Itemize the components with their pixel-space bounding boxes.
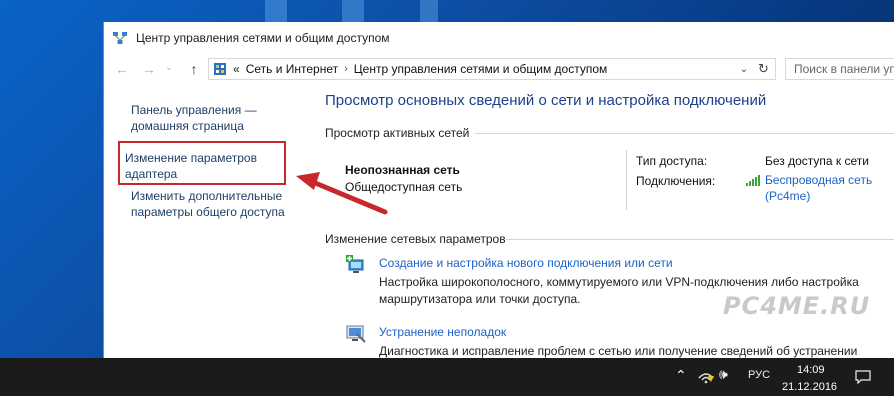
recent-locations-icon[interactable]: ⌄ — [160, 62, 178, 73]
wallpaper-light-beam — [265, 0, 287, 22]
breadcrumb-network-internet[interactable]: Сеть и Интернет — [246, 62, 338, 76]
section-divider — [506, 239, 894, 240]
watermark-text: PC4ME.RU — [723, 292, 871, 320]
create-connection-link[interactable]: Создание и настройка нового подключения … — [379, 256, 673, 270]
annotation-highlight-box — [118, 141, 286, 185]
clock-time[interactable]: 14:09 — [797, 364, 825, 376]
connections-label: Подключения: — [636, 174, 716, 188]
wallpaper-light-beam — [342, 0, 364, 22]
access-type-label: Тип доступа: — [636, 154, 708, 168]
input-language-indicator[interactable]: РУС — [748, 369, 770, 381]
access-type-value: Без доступа к сети — [765, 154, 869, 168]
action-center-icon[interactable] — [855, 369, 871, 385]
up-icon[interactable]: ↑ — [185, 61, 203, 77]
control-panel-icon — [214, 63, 226, 75]
section-divider — [475, 133, 894, 134]
breadcrumb-separator: › — [344, 63, 348, 75]
wifi-signal-icon — [746, 175, 760, 186]
wallpaper-light-beam — [420, 0, 438, 22]
change-settings-header: Изменение сетевых параметров — [325, 232, 506, 246]
network-info-divider — [626, 150, 627, 210]
address-dropdown-icon[interactable]: ⌄ — [734, 58, 754, 80]
search-input[interactable]: Поиск в панели уп — [785, 58, 894, 80]
network-category[interactable]: Общедоступная сеть — [345, 180, 462, 194]
troubleshoot-icon — [346, 325, 366, 343]
sidebar-item-control-panel-home[interactable]: Панель управления — домашняя страница — [131, 102, 281, 134]
network-name: Неопознанная сеть — [345, 163, 460, 177]
refresh-icon[interactable]: ↻ — [752, 58, 776, 80]
page-title: Просмотр основных сведений о сети и наст… — [325, 92, 767, 109]
title-bar[interactable]: Центр управления сетями и общим доступом — [104, 22, 894, 54]
sidebar-item-advanced-sharing-settings[interactable]: Изменить дополнительные параметры общего… — [131, 188, 291, 220]
wireless-connection-link[interactable]: Беспроводная сеть (Pc4me) — [765, 172, 885, 204]
volume-icon[interactable]: 🕪 — [719, 366, 728, 383]
forward-icon[interactable]: → — [140, 61, 158, 77]
address-overflow-chevron[interactable]: « — [233, 62, 240, 76]
network-center-icon — [113, 32, 127, 44]
show-hidden-icons-icon[interactable]: ⌃ — [675, 367, 687, 384]
back-icon[interactable]: ← — [113, 61, 131, 77]
active-networks-header: Просмотр активных сетей — [325, 126, 470, 140]
wifi-status-icon[interactable] — [697, 368, 715, 384]
address-bar[interactable]: « Сеть и Интернет › Центр управления сет… — [208, 58, 776, 80]
troubleshoot-link[interactable]: Устранение неполадок — [379, 325, 506, 339]
window-title: Центр управления сетями и общим доступом — [136, 31, 390, 45]
clock-date[interactable]: 21.12.2016 — [782, 381, 837, 393]
new-connection-icon — [346, 255, 364, 273]
breadcrumb-network-center[interactable]: Центр управления сетями и общим доступом — [354, 62, 608, 76]
